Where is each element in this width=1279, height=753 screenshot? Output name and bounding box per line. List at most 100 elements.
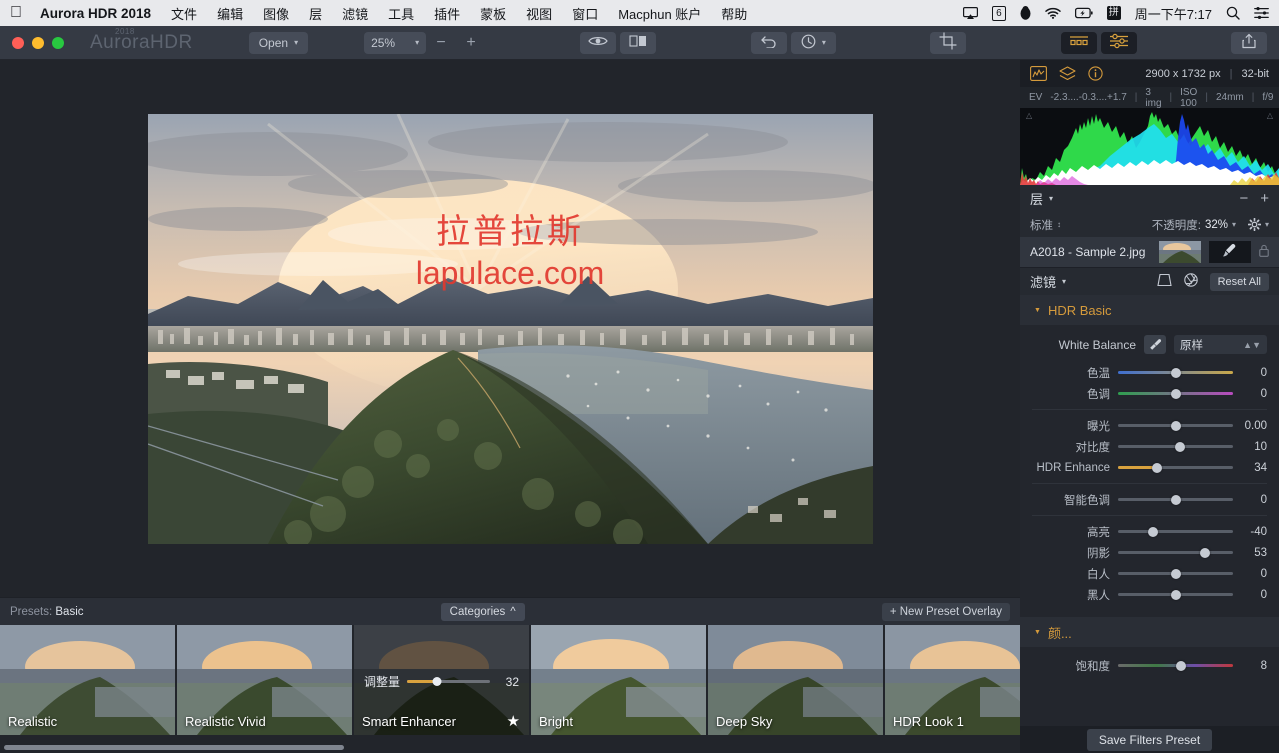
temperature-slider-track[interactable] bbox=[1118, 367, 1233, 378]
input-method-icon[interactable]: 拼 bbox=[1106, 6, 1121, 20]
menu-item-window[interactable]: 窗口 bbox=[572, 4, 598, 23]
slider-row[interactable]: 阴影 53 bbox=[1020, 542, 1279, 563]
slider-knob[interactable] bbox=[1176, 660, 1187, 671]
white-balance-select[interactable]: 原样 ▲▼ bbox=[1174, 335, 1267, 354]
slider-knob[interactable] bbox=[1170, 568, 1181, 579]
presets-panel-button[interactable] bbox=[1060, 31, 1097, 54]
hdr-enhance-slider-track[interactable] bbox=[1118, 462, 1233, 473]
saturation-slider-track[interactable] bbox=[1118, 660, 1233, 671]
slider-row[interactable]: 黑人 0 bbox=[1020, 584, 1279, 605]
apple-menu-icon[interactable]:  bbox=[10, 5, 22, 21]
highlight-clip-triangle-icon[interactable]: △ bbox=[1267, 111, 1273, 120]
filter-section-hdr-basic[interactable]: ▼ HDR Basic bbox=[1020, 295, 1279, 325]
layers-icon[interactable] bbox=[1059, 66, 1076, 81]
slider-row[interactable]: 对比度 10 bbox=[1020, 436, 1279, 457]
menu-item-filter[interactable]: 滤镜 bbox=[342, 4, 368, 23]
preset-card[interactable]: HDR Look 1 bbox=[885, 625, 1020, 735]
menu-item-file[interactable]: 文件 bbox=[171, 4, 197, 23]
opacity-value[interactable]: 32% bbox=[1205, 219, 1228, 231]
triangle-down-icon[interactable]: ▼ bbox=[1034, 307, 1041, 314]
compare-view-button[interactable] bbox=[620, 31, 657, 54]
preset-card[interactable]: Bright bbox=[531, 625, 706, 735]
zoom-out-button[interactable]: − bbox=[426, 32, 456, 54]
menu-item-view[interactable]: 视图 bbox=[526, 4, 552, 23]
undo-button[interactable] bbox=[750, 31, 787, 54]
slider-row[interactable]: 智能色调 0 bbox=[1020, 489, 1279, 510]
histogram-icon[interactable] bbox=[1030, 66, 1047, 81]
control-center-icon[interactable] bbox=[1254, 7, 1269, 19]
new-preset-overlay-button[interactable]: + New Preset Overlay bbox=[881, 602, 1010, 621]
share-export-button[interactable] bbox=[1230, 31, 1267, 54]
preview-toggle-button[interactable] bbox=[580, 31, 617, 54]
star-icon[interactable]: ★ bbox=[507, 712, 520, 730]
layer-thumbnail[interactable] bbox=[1159, 241, 1201, 263]
edited-photo[interactable]: 拉普拉斯 lapulace.com bbox=[147, 113, 873, 544]
contrast-slider-track[interactable] bbox=[1118, 441, 1233, 452]
slider-knob[interactable] bbox=[1170, 388, 1181, 399]
blend-mode-value[interactable]: 标准 bbox=[1030, 217, 1053, 233]
presets-horizontal-scrollbar[interactable] bbox=[4, 745, 344, 750]
white-balance-row[interactable]: White Balance 原样 ▲▼ bbox=[1020, 325, 1279, 362]
filters-body[interactable]: ▼ HDR Basic White Balance 原样 ▲▼ 色温 0 色调 … bbox=[1020, 295, 1279, 753]
minimize-button[interactable] bbox=[32, 36, 44, 49]
qq-icon[interactable] bbox=[1020, 6, 1031, 20]
preset-card-selected[interactable]: 调整量 32 Smart Enhancer ★ bbox=[354, 625, 529, 735]
filters-panel-button[interactable] bbox=[1100, 31, 1137, 54]
menu-item-mask[interactable]: 蒙板 bbox=[480, 4, 506, 23]
battery-charging-icon[interactable] bbox=[1074, 7, 1093, 19]
zoom-in-button[interactable]: + bbox=[456, 32, 486, 54]
add-layer-button[interactable]: + bbox=[1260, 190, 1269, 207]
aperture-icon[interactable] bbox=[1183, 273, 1198, 290]
slider-knob[interactable] bbox=[1170, 367, 1181, 378]
chevron-down-icon[interactable]: ▾ bbox=[1062, 277, 1066, 286]
preset-card[interactable]: Realistic Vivid bbox=[177, 625, 352, 735]
layer-mask-thumbnail[interactable] bbox=[1209, 241, 1251, 263]
slider-knob[interactable] bbox=[1170, 589, 1181, 600]
slider-row[interactable]: 曝光 0.00 bbox=[1020, 415, 1279, 436]
slider-knob[interactable] bbox=[1147, 526, 1158, 537]
image-canvas[interactable]: 拉普拉斯 lapulace.com bbox=[0, 60, 1020, 597]
info-circle-icon[interactable] bbox=[1088, 66, 1103, 81]
menu-item-help[interactable]: 帮助 bbox=[721, 4, 747, 23]
reset-all-button[interactable]: Reset All bbox=[1209, 272, 1269, 291]
tint-slider-track[interactable] bbox=[1118, 388, 1233, 399]
open-button[interactable]: Open ▾ bbox=[248, 31, 309, 54]
menu-item-image[interactable]: 图像 bbox=[263, 4, 289, 23]
chevron-down-icon[interactable]: ▾ bbox=[1265, 220, 1269, 229]
menu-item-macphun-account[interactable]: Macphun 账户 bbox=[618, 4, 701, 23]
slider-knob[interactable] bbox=[1170, 494, 1181, 505]
slider-knob[interactable] bbox=[1175, 441, 1186, 452]
blacks-slider-track[interactable] bbox=[1118, 589, 1233, 600]
airplay-icon[interactable] bbox=[963, 6, 979, 20]
shadow-clip-triangle-icon[interactable]: △ bbox=[1026, 111, 1032, 120]
slider-row[interactable]: 饱和度 8 bbox=[1020, 655, 1279, 676]
chevron-down-icon[interactable]: ▾ bbox=[1232, 220, 1236, 229]
slider-row[interactable]: 白人 0 bbox=[1020, 563, 1279, 584]
preset-amount-knob[interactable] bbox=[432, 677, 442, 686]
remove-layer-button[interactable]: − bbox=[1239, 190, 1248, 207]
slider-row[interactable]: 色调 0 bbox=[1020, 383, 1279, 404]
categories-button[interactable]: Categories ^ bbox=[440, 602, 525, 621]
history-button[interactable]: ▾ bbox=[790, 31, 836, 54]
close-button[interactable] bbox=[12, 36, 24, 49]
menu-item-plugins[interactable]: 插件 bbox=[434, 4, 460, 23]
menu-bar-clock[interactable]: 周一下午7:17 bbox=[1135, 4, 1212, 23]
menu-item-edit[interactable]: 编辑 bbox=[217, 4, 243, 23]
opacity-control[interactable]: 不透明度: 32% ▾ ▾ bbox=[1152, 217, 1269, 233]
transform-icon[interactable] bbox=[1156, 273, 1172, 290]
slider-row[interactable]: 色温 0 bbox=[1020, 362, 1279, 383]
preset-amount-slider[interactable]: 调整量 32 bbox=[364, 673, 519, 690]
whites-slider-track[interactable] bbox=[1118, 568, 1233, 579]
notification-count-badge[interactable]: 6 bbox=[992, 5, 1006, 21]
zoom-level-select[interactable]: 25% ▾ bbox=[364, 31, 427, 54]
eyedropper-icon[interactable] bbox=[1144, 335, 1166, 354]
filters-panel-title[interactable]: 滤镜 bbox=[1030, 272, 1056, 291]
menu-app-name[interactable]: Aurora HDR 2018 bbox=[40, 6, 151, 21]
shadows-slider-track[interactable] bbox=[1118, 547, 1233, 558]
filter-section-color[interactable]: ▼ 颜... bbox=[1020, 617, 1279, 647]
lock-icon[interactable] bbox=[1259, 244, 1269, 260]
presets-strip[interactable]: Realistic Realistic Vivid 调整量 32 Smart E… bbox=[0, 625, 1020, 753]
preset-amount-track[interactable] bbox=[407, 677, 490, 686]
search-icon[interactable] bbox=[1226, 6, 1240, 20]
save-filters-preset-button[interactable]: Save Filters Preset bbox=[1086, 728, 1213, 751]
